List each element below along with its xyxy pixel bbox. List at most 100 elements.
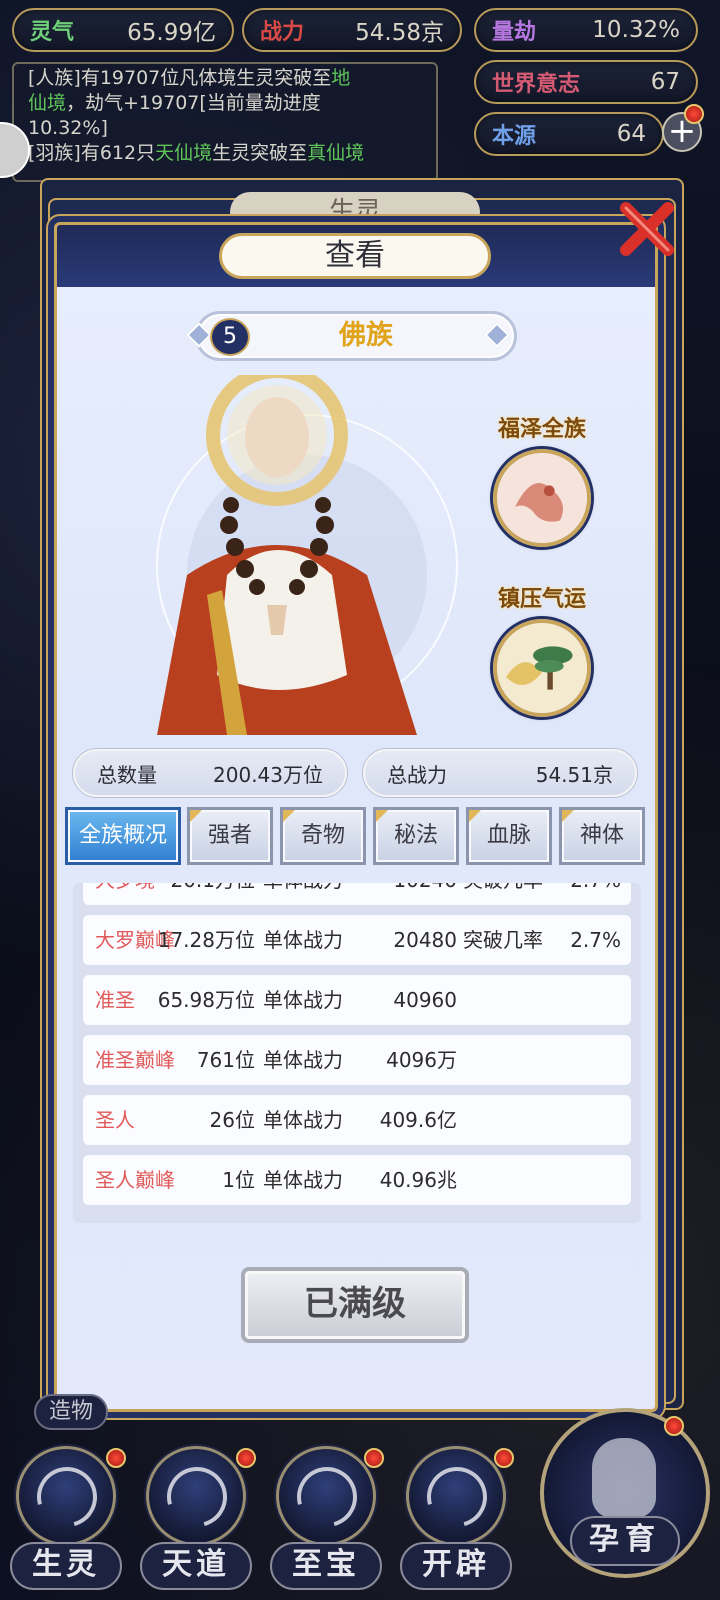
log-line: [羽族]有612只天仙境生灵突破至真仙境: [28, 142, 365, 164]
realm-count: 1位: [222, 1168, 255, 1192]
tab-corner-ornament: [562, 810, 574, 822]
list-item: 圣人巅峰 1位 单体战力 40.96兆: [83, 1155, 631, 1205]
stat-lingqi-value: 65.99亿: [127, 20, 216, 46]
list-item: 圣人 26位 单体战力 409.6亿: [83, 1095, 631, 1145]
realm-count: 20.1万位: [170, 883, 255, 905]
stat-world-will[interactable]: 世界意志 67: [474, 60, 698, 104]
swirl-emblem-icon: [146, 1446, 246, 1546]
race-index-badge: 5: [210, 318, 250, 356]
realm-name: 大罗境: [95, 883, 155, 905]
power-label: 单体战力: [263, 1168, 343, 1192]
total-power-label: 总战力: [387, 762, 447, 787]
realm-list[interactable]: 大罗境 20.1万位 单体战力 10240 突破几率 2.7% 大罗巅峰 17.…: [73, 883, 641, 1223]
nav-notification-dot: [494, 1448, 514, 1468]
tab-divine-body[interactable]: 神体: [559, 807, 645, 865]
stat-benyuan-value: 64: [616, 121, 646, 147]
nav-heaven-label: 天道: [140, 1542, 252, 1590]
max-level-button[interactable]: 已满级: [241, 1267, 469, 1343]
breakthrough-label: 突破几率: [463, 883, 543, 905]
close-icon[interactable]: [616, 196, 680, 260]
stat-zhanli[interactable]: 战力 54.58京: [242, 8, 462, 52]
flame-emblem-icon: [276, 1446, 376, 1546]
tab-corner-ornament: [190, 810, 202, 822]
incubate-button[interactable]: 孕育: [540, 1408, 710, 1578]
breakthrough-rate: 2.7%: [570, 883, 621, 905]
notification-dot: [684, 104, 704, 124]
power-label: 单体战力: [263, 928, 343, 952]
next-race-arrow-icon[interactable]: [484, 322, 510, 348]
realm-name: 圣人: [95, 1108, 135, 1132]
event-log[interactable]: [人族]有19707位凡体境生灵突破至地 仙境，劫气+19707[当前量劫进度 …: [12, 62, 438, 182]
power-value: 409.6亿: [379, 1108, 457, 1132]
nav-heaven[interactable]: 天道: [140, 1438, 252, 1598]
tab-corner-ornament: [376, 810, 388, 822]
tab-corner-ornament: [283, 810, 295, 822]
stat-zhanli-value: 54.58京: [355, 20, 444, 46]
creation-button[interactable]: 造物: [34, 1394, 108, 1430]
list-item: 大罗境 20.1万位 单体战力 10240 突破几率 2.7%: [83, 883, 631, 905]
nav-notification-dot: [106, 1448, 126, 1468]
stat-liangjie-value: 10.32%: [592, 17, 680, 43]
power-value: 20480: [393, 928, 457, 952]
incubate-notification-dot: [664, 1416, 684, 1436]
log-line: [人族]有19707位凡体境生灵突破至地: [28, 67, 351, 89]
tab-secret-arts-label: 秘法: [393, 823, 438, 848]
total-count-value: 200.43万位: [213, 762, 323, 787]
nav-beings-label: 生灵: [10, 1542, 122, 1590]
stat-zhanli-label: 战力: [260, 19, 305, 45]
total-power-value: 54.51京: [535, 762, 613, 787]
power-label: 单体战力: [263, 988, 343, 1012]
nav-notification-dot: [236, 1448, 256, 1468]
tab-treasures[interactable]: 奇物: [280, 807, 366, 865]
realm-name: 准圣: [95, 988, 135, 1012]
realm-count: 65.98万位: [157, 988, 255, 1012]
phoenix-orb-icon: [493, 449, 591, 547]
stat-world-will-value: 67: [650, 69, 680, 95]
stat-benyuan-label: 本源: [492, 123, 537, 149]
power-value: 4096万: [386, 1048, 457, 1072]
race-portrait-monk: [156, 375, 458, 735]
tab-corner-ornament: [469, 810, 481, 822]
power-label: 单体战力: [263, 883, 343, 905]
detail-tabs: 全族概况 强者 奇物 秘法 血脉 神体: [65, 807, 653, 865]
log-line: 10.32%]: [28, 117, 108, 139]
blessing-fuze[interactable]: 福泽全族: [487, 411, 597, 547]
race-selector[interactable]: 5 佛族: [186, 311, 517, 361]
stat-world-will-label: 世界意志: [492, 71, 581, 97]
list-item: 准圣巅峰 761位 单体战力 4096万: [83, 1035, 631, 1085]
realm-count: 26位: [209, 1108, 255, 1132]
stat-benyuan[interactable]: 本源 64: [474, 112, 664, 156]
stat-liangjie[interactable]: 量劫 10.32%: [474, 8, 698, 52]
prev-race-arrow-icon[interactable]: [186, 322, 212, 348]
blessing-zhenya[interactable]: 镇压气运: [487, 581, 597, 717]
race-detail-dialog: 查看 5 佛族 福泽全族 镇压气运 总数量 200.43万位 总战力 54.51…: [54, 222, 658, 1412]
tab-strong[interactable]: 强者: [187, 807, 273, 865]
tab-bloodline[interactable]: 血脉: [466, 807, 552, 865]
fetus-icon: [592, 1438, 656, 1518]
log-line: 仙境，劫气+19707[当前量劫进度: [28, 92, 321, 114]
tab-treasures-label: 奇物: [300, 823, 345, 848]
incubate-label: 孕育: [570, 1516, 680, 1566]
race-name: 佛族: [339, 320, 393, 351]
tab-secret-arts[interactable]: 秘法: [373, 807, 459, 865]
realm-name: 圣人巅峰: [95, 1168, 175, 1192]
breakthrough-label: 突破几率: [463, 928, 543, 952]
tab-strong-label: 强者: [207, 823, 252, 848]
power-label: 单体战力: [263, 1108, 343, 1132]
tab-overview[interactable]: 全族概况: [65, 807, 181, 865]
list-item: 准圣 65.98万位 单体战力 40960: [83, 975, 631, 1025]
total-count-label: 总数量: [97, 762, 157, 787]
tab-divine-body-label: 神体: [579, 823, 624, 848]
total-count-pill: 总数量 200.43万位: [73, 749, 347, 797]
realm-name: 准圣巅峰: [95, 1048, 175, 1072]
nav-create-world-label: 开辟: [400, 1542, 512, 1590]
tab-bloodline-label: 血脉: [486, 823, 531, 848]
power-value: 40960: [393, 988, 457, 1012]
nav-beings[interactable]: 生灵: [10, 1438, 122, 1598]
power-value: 40.96兆: [379, 1168, 457, 1192]
power-value: 10240: [393, 883, 457, 905]
realm-count: 761位: [196, 1048, 255, 1072]
power-label: 单体战力: [263, 1048, 343, 1072]
stat-lingqi[interactable]: 灵气 65.99亿: [12, 8, 234, 52]
lotus-emblem-icon: [16, 1446, 116, 1546]
